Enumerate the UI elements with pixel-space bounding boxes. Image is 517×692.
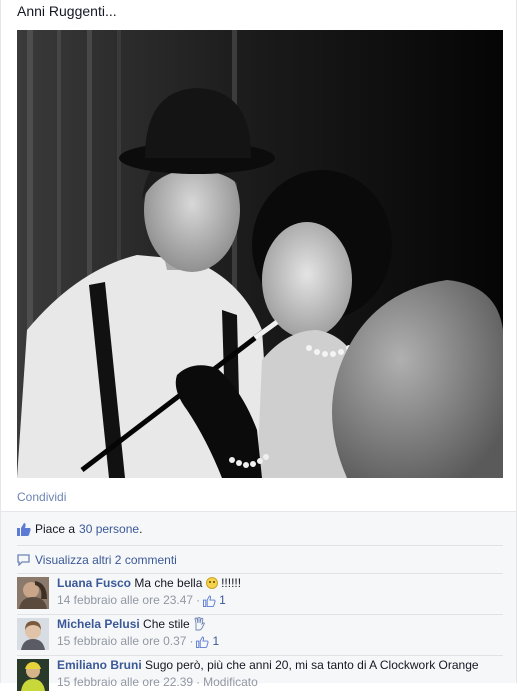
divider	[17, 545, 503, 546]
avatar[interactable]	[17, 659, 49, 691]
view-more-comments-label: Visualizza altri 2 commenti	[35, 553, 177, 567]
hand-emoji-icon	[193, 617, 205, 631]
comment-item: Michela Pelusi Che stile 15 febbraio all…	[17, 614, 503, 651]
thumbs-up-icon	[17, 522, 31, 536]
comment-item: Emiliano Bruni Sugo però, più che anni 2…	[17, 655, 503, 692]
meta-separator: ·	[196, 593, 201, 607]
feed-post: Anni Ruggenti... Condividi Piace a 30 pe…	[0, 0, 517, 691]
comment-author[interactable]: Luana Fusco	[57, 576, 131, 590]
photo-image	[17, 30, 503, 478]
likes-count-link[interactable]: 30 persone	[79, 522, 139, 536]
ufi-section: Piace a 30 persone. Visualizza altri 2 c…	[1, 512, 516, 691]
comment-bubble-icon	[17, 554, 30, 566]
post-caption: Anni Ruggenti...	[17, 3, 117, 19]
comment-timestamp[interactable]: 14 febbraio alle ore 23.47	[57, 592, 193, 609]
comment-text: Sugo però, più che anni 20, mi sa tanto …	[145, 658, 479, 672]
comment-author[interactable]: Emiliano Bruni	[57, 658, 142, 672]
comment-text: Ma che bella	[134, 576, 203, 590]
comment-text: Che stile	[143, 617, 190, 631]
comment-like-count[interactable]: 1	[219, 592, 226, 609]
thumbs-up-icon[interactable]	[203, 594, 216, 607]
share-link[interactable]: Condividi	[17, 490, 66, 504]
likes-prefix: Piace a	[35, 522, 76, 536]
post-photo[interactable]	[17, 30, 503, 478]
avatar[interactable]	[17, 577, 49, 609]
comment-timestamp[interactable]: 15 febbraio alle ore 0.37	[57, 633, 186, 650]
comment-text-after: !!!!!!	[221, 576, 242, 590]
likes-summary: Piace a 30 persone.	[17, 522, 142, 536]
comment-item: Luana Fusco Ma che bella !!!!!! 14 febbr…	[17, 573, 503, 610]
thumbs-up-icon[interactable]	[196, 635, 210, 648]
comment-author[interactable]: Michela Pelusi	[57, 617, 140, 631]
likes-suffix: .	[139, 522, 143, 536]
meta-separator: ·	[189, 634, 194, 648]
avatar[interactable]	[17, 618, 49, 650]
comment-like-count[interactable]: 1	[212, 633, 219, 650]
smile-emoji-icon	[205, 577, 218, 589]
view-more-comments[interactable]: Visualizza altri 2 commenti	[17, 553, 177, 567]
